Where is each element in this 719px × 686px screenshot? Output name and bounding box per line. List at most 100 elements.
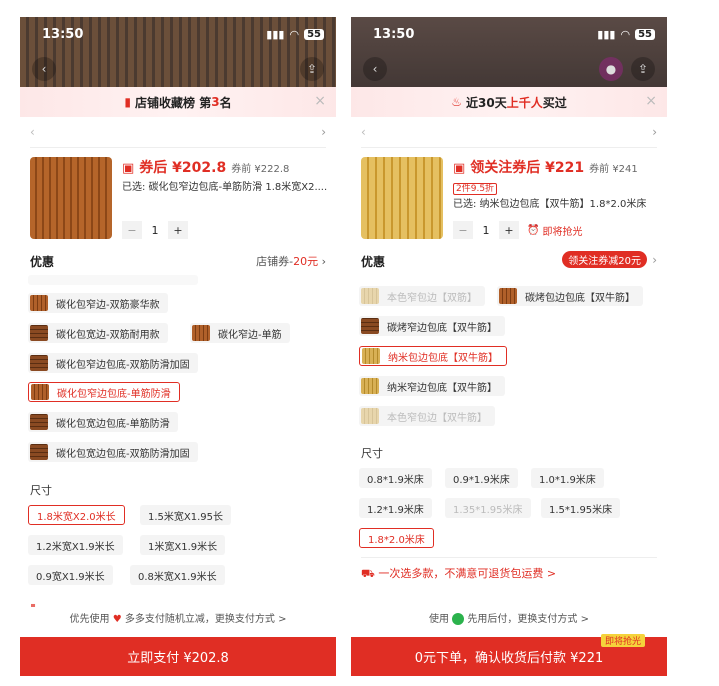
size-option[interactable]: 1米宽X1.9米长 xyxy=(140,535,226,555)
quantity-value[interactable]: 1 xyxy=(473,224,499,237)
option-item-selected[interactable]: 纳米包边包底【双牛筋】 xyxy=(359,346,507,366)
discount-row[interactable]: 优惠 店铺券-20元 › xyxy=(30,253,326,269)
divider xyxy=(30,147,326,148)
option-item[interactable]: 纳米窄边包底【双牛筋】 xyxy=(359,376,505,396)
size-option[interactable]: 1.5*1.95米床 xyxy=(541,498,621,518)
size-option[interactable]: 0.9宽X1.9米长 xyxy=(28,565,113,585)
plus-button[interactable]: + xyxy=(168,221,188,239)
option-label: 碳化包宽边包底-双筋防滑加固 xyxy=(56,448,190,460)
rank-banner[interactable]: ▮ 店铺收藏榜 第 3 名 × xyxy=(20,87,336,117)
option-label: 碳化包窄边包底-双筋防滑加固 xyxy=(56,359,190,371)
deal-tag-wrap: 2件9.5折 xyxy=(453,176,498,195)
option-item[interactable]: 碳化包窄边包底-双筋防滑加固 xyxy=(28,353,198,373)
option-partial[interactable] xyxy=(28,275,198,285)
quantity-stepper: − 1 + xyxy=(122,221,188,239)
coupon-pill[interactable]: 领关注券减20元 xyxy=(562,251,647,268)
battery-icon: 55 xyxy=(304,29,324,40)
option-thumb xyxy=(30,355,48,371)
chevron-right-icon: › xyxy=(652,125,657,139)
size-option[interactable]: 0.8米宽X1.9米长 xyxy=(130,565,225,585)
pay-button[interactable]: 立即支付 ¥202.8 xyxy=(20,637,336,676)
banner-rank: 3 xyxy=(211,95,220,109)
discount-label: 优惠 xyxy=(361,255,386,269)
pay-hint-text: 先用后付，更换支付方式 > xyxy=(467,614,589,625)
chevron-right-icon: › xyxy=(652,253,657,267)
option-item-selected[interactable]: 碳化包窄边包底-单筋防滑 xyxy=(28,382,180,402)
close-icon[interactable]: × xyxy=(645,93,657,109)
discount-row[interactable]: 优惠 领关注券减20元 › xyxy=(361,251,657,269)
product-image[interactable] xyxy=(30,157,112,239)
back-icon[interactable]: ‹ xyxy=(363,57,387,81)
quantity-value[interactable]: 1 xyxy=(142,224,168,237)
battery-icon: 55 xyxy=(635,29,655,40)
plus-button[interactable]: + xyxy=(499,221,519,239)
option-item-disabled[interactable]: 本色窄包边【双筋】 xyxy=(359,286,485,306)
chevron-left-icon: ‹ xyxy=(361,125,366,139)
banner-prefix: 店铺收藏榜 第 xyxy=(135,95,212,110)
size-option[interactable]: 1.0*1.9米床 xyxy=(531,468,604,488)
pay-hint[interactable]: 优先使用 ♥ 多多支付随机立减，更换支付方式 > xyxy=(20,610,336,630)
promo-text: 一次选多款，不满意可退货包运费 > xyxy=(378,567,557,580)
heart-icon: ♥ xyxy=(112,614,122,625)
price-before-coupon: 券前 ¥222.8 xyxy=(231,164,290,175)
option-label: 本色窄包边【双筋】 xyxy=(387,292,477,304)
option-thumb xyxy=(30,444,48,460)
alarm-icon: ⏰ xyxy=(527,224,540,236)
option-thumb xyxy=(30,325,48,341)
pay-hint[interactable]: 使用 先用后付，更换支付方式 > xyxy=(351,610,667,630)
status-icons: ▮▮▮ ◠ 55 xyxy=(266,28,324,41)
option-item[interactable]: 碳化包宽边-双筋耐用款 xyxy=(28,323,168,343)
option-label: 纳米包边包底【双牛筋】 xyxy=(388,352,498,364)
favorite-icon[interactable]: ● xyxy=(599,57,623,81)
option-label: 纳米窄边包底【双牛筋】 xyxy=(387,382,497,394)
signal-icon: ▮▮▮ xyxy=(597,28,616,41)
option-label: 碳化窄边-单筋 xyxy=(218,329,282,341)
close-icon[interactable]: × xyxy=(314,93,326,109)
popularity-banner[interactable]: ♨ 近30天 上千人 买过 × xyxy=(351,87,667,117)
size-option[interactable]: 0.8*1.9米床 xyxy=(359,468,432,488)
fire-icon: ♨ xyxy=(451,95,463,109)
option-thumb xyxy=(361,288,379,304)
divider xyxy=(361,147,657,148)
option-label: 碳化包宽边包底-单筋防滑 xyxy=(56,418,170,430)
price-line: ▣ 券后 ¥202.8 券前 ¥222.8 xyxy=(122,157,289,177)
option-thumb xyxy=(192,325,210,341)
size-title: 尺寸 xyxy=(361,447,383,460)
option-item[interactable]: 碳化窄边-单筋 xyxy=(190,323,290,343)
size-option-disabled[interactable]: 1.35*1.95米床 xyxy=(445,498,531,518)
option-thumb xyxy=(361,408,379,424)
size-option-selected[interactable]: 1.8米宽X2.0米长 xyxy=(28,505,125,525)
address-bar[interactable]: ‹ › xyxy=(30,125,326,145)
share-icon[interactable]: ⇪ xyxy=(300,57,324,81)
option-item[interactable]: 碳化包宽边包底-单筋防滑 xyxy=(28,412,178,432)
product-image[interactable] xyxy=(361,157,443,239)
grab-tag: 即将抢光 xyxy=(600,634,645,647)
address-bar[interactable]: ‹ › xyxy=(361,125,657,145)
divider xyxy=(361,557,657,558)
size-option[interactable]: 1.2*1.9米床 xyxy=(359,498,432,518)
size-option-selected[interactable]: 1.8*2.0米床 xyxy=(359,528,434,548)
price-after-coupon: 领关注券后 ¥221 xyxy=(470,160,585,176)
deal-tag: 2件9.5折 xyxy=(453,183,498,195)
minus-button[interactable]: − xyxy=(453,221,473,239)
minus-button[interactable]: − xyxy=(122,221,142,239)
wifi-icon: ◠ xyxy=(289,28,300,41)
option-item[interactable]: 碳烤窄边包底【双牛筋】 xyxy=(359,316,505,336)
option-item[interactable]: 碳化包窄边-双筋豪华款 xyxy=(28,293,168,313)
promo-row[interactable]: ⛟ 一次选多款，不满意可退货包运费 > xyxy=(361,565,556,582)
banner-suffix: 买过 xyxy=(542,95,567,110)
selected-spec: 已选: 纳米包边包底【双牛筋】1.8*2.0米床 xyxy=(453,199,647,210)
option-item[interactable]: 碳化包宽边包底-双筋防滑加固 xyxy=(28,442,198,462)
option-item[interactable]: 碳烤包边包底【双牛筋】 xyxy=(497,286,643,306)
option-item-disabled[interactable]: 本色窄包边【双牛筋】 xyxy=(359,406,495,426)
truck-icon: ⛟ xyxy=(361,567,375,580)
back-icon[interactable]: ‹ xyxy=(32,57,56,81)
size-option[interactable]: 1.2米宽X1.9米长 xyxy=(28,535,123,555)
promo-partial: ▮ xyxy=(30,601,36,607)
size-option[interactable]: 0.9*1.9米床 xyxy=(445,468,518,488)
share-icon[interactable]: ⇪ xyxy=(631,57,655,81)
discount-amount: 20元 xyxy=(293,255,319,268)
status-time: 13:50 xyxy=(373,27,415,42)
size-option[interactable]: 1.5米宽X1.95长 xyxy=(140,505,232,525)
chart-icon: ▮ xyxy=(124,95,132,109)
